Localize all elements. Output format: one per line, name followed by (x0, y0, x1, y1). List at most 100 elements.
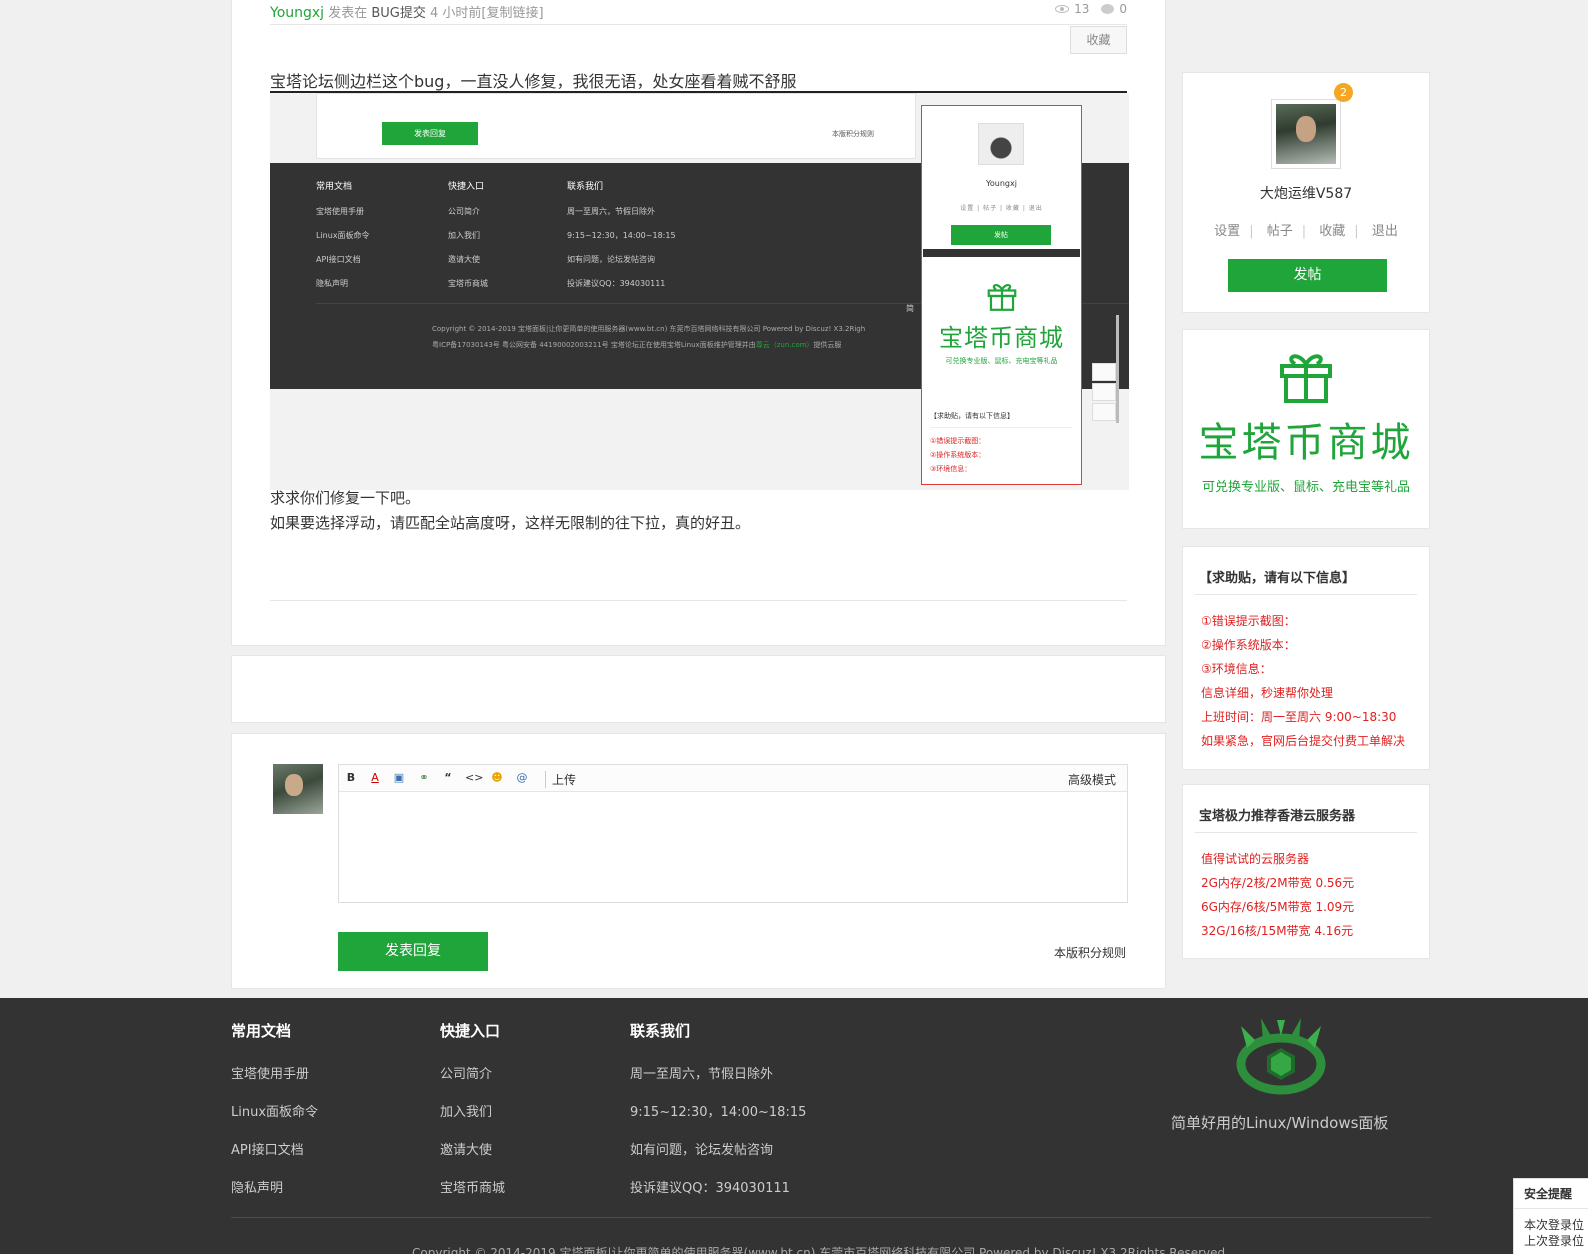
help-box: 【求助贴，请有以下信息】 ①错误提示截图： ②操作系统版本： ③环境信息： 信息… (1182, 546, 1430, 770)
replies-count: 0 (1119, 2, 1127, 16)
help-line: ③环境信息： (1201, 662, 1272, 676)
footer-link[interactable]: 公司简介 (440, 1063, 505, 1082)
threads-link[interactable]: 帖子 (1267, 224, 1293, 239)
post-meta: Youngxj 发表在 BUG提交 4 小时前[复制链接] (270, 2, 544, 21)
font-color-icon[interactable]: A (367, 771, 383, 785)
divider (270, 600, 1127, 601)
replies-icon (1101, 4, 1115, 14)
user-box: 2 大炮运维V587 设置 | 帖子 | 收藏 | 退出 发帖 (1182, 72, 1430, 313)
help-title: 【求助贴，请有以下信息】 (1195, 547, 1417, 595)
hk-line[interactable]: 6G内存/6核/5M带宽 1.09元 (1201, 895, 1411, 919)
shop-title: 宝塔币商城 (1198, 420, 1414, 466)
footer-col-shortcuts: 快捷入口 公司简介 加入我们 邀请大使 宝塔币商城 (440, 1020, 505, 1215)
image-scrollbar (1116, 315, 1119, 423)
security-title: 安全提醒 (1514, 1179, 1588, 1209)
reply-card: B A ▣ ⚭ “ <> ☻ @ 上传 高级模式 发表回复 本版积分规则 (231, 733, 1166, 989)
image-truncated-text: 简 (906, 304, 914, 313)
footer-link[interactable]: 宝塔币商城 (440, 1177, 505, 1196)
image-copyright: Copyright © 2014-2019 宝塔面板|让你更简单的使用服务器(w… (432, 325, 866, 349)
security-text: 本次登录位 上次登录位 (1524, 1218, 1585, 1248)
shop-banner[interactable]: 宝塔币商城 可兑换专业版、鼠标、充电宝等礼品 (1182, 329, 1430, 529)
editor-toolbar: B A ▣ ⚭ “ <> ☻ @ 上传 高级模式 (339, 765, 1127, 792)
footer-link[interactable]: 加入我们 (440, 1101, 505, 1120)
footer-col-docs: 常用文档 宝塔使用手册 Linux面板命令 API接口文档 隐私声明 (231, 1020, 318, 1215)
image-sidebar-highlight: Youngxj 设置 | 帖子 | 收藏 | 退出 发帖 宝塔币商城 可兑换专业… (921, 105, 1082, 485)
advanced-mode-link[interactable]: 高级模式 (1068, 771, 1116, 788)
footer-text: 如有问题，论坛发帖咨询 (630, 1143, 774, 1158)
image-reply-card: 发表回复 本版积分规则 (316, 93, 916, 159)
help-lines: ①错误提示截图： ②操作系统版本： ③环境信息： 信息详细，秒速帮你处理 上班时… (1195, 595, 1417, 753)
category-link[interactable]: BUG提交 (371, 6, 426, 21)
footer-text: 周一至周六，节假日除外 (630, 1067, 774, 1082)
image-username: Youngxj (986, 179, 1017, 188)
code-icon[interactable]: <> (465, 771, 483, 785)
image-icon[interactable]: ▣ (391, 771, 407, 785)
user-links: 设置 | 帖子 | 收藏 | 退出 (1214, 224, 1398, 239)
gift-icon (987, 284, 1016, 311)
post-body: 求求你们修复一下吧。 如果要选择浮动，请匹配全站高度呀，这样无限制的往下拉，真的… (270, 486, 750, 536)
image-shop-box: 宝塔币商城 可兑换专业版、鼠标、充电宝等礼品 (923, 268, 1080, 396)
image-post-button: 发帖 (951, 225, 1051, 245)
upload-button[interactable]: 上传 (545, 771, 576, 788)
image-user-box: Youngxj 设置 | 帖子 | 收藏 | 退出 发帖 (923, 107, 1080, 257)
post-body-line: 求求你们修复一下吧。 (270, 489, 421, 507)
image-shop-title: 宝塔币商城 (939, 324, 1064, 352)
footer-link[interactable]: API接口文档 (231, 1139, 318, 1158)
avatar[interactable] (1271, 99, 1341, 169)
post-stats: 13 0 (1055, 2, 1127, 16)
divider (231, 1217, 1431, 1218)
image-shop-subtitle: 可兑换专业版、鼠标、充电宝等礼品 (945, 357, 1058, 365)
author-link[interactable]: Youngxj (270, 5, 324, 21)
footer-copyright: Copyright © 2014-2019 宝塔面板|让你更简单的使用服务器(w… (412, 1246, 1229, 1254)
reply-textarea[interactable] (339, 792, 1127, 902)
quote-icon[interactable]: “ (440, 771, 456, 785)
empty-card (231, 655, 1166, 723)
smiley-icon[interactable]: ☻ (489, 771, 505, 785)
new-post-button[interactable]: 发帖 (1228, 259, 1387, 292)
image-reply-button: 发表回复 (382, 122, 478, 145)
submit-reply-button[interactable]: 发表回复 (338, 932, 488, 971)
avatar[interactable] (273, 764, 323, 814)
post-time[interactable]: 4 小时前[复制链接] (430, 6, 544, 21)
footer-slogan: 简单好用的Linux/Windows面板 (1171, 1114, 1389, 1132)
gift-icon (1280, 354, 1332, 403)
hk-server-box: 宝塔极力推荐香港云服务器 值得试试的云服务器 2G内存/2核/2M带宽 0.56… (1182, 784, 1430, 959)
bold-icon[interactable]: B (343, 771, 359, 785)
image-footer-col: 常用文档 宝塔使用手册 Linux面板命令 API接口文档 隐私声明 (316, 182, 370, 288)
footer-text: 投诉建议QQ：394030111 (630, 1181, 790, 1196)
rules-link[interactable]: 本版积分规则 (1054, 944, 1126, 961)
notification-badge[interactable]: 2 (1334, 83, 1353, 102)
mention-icon[interactable]: @ (514, 771, 530, 785)
settings-link[interactable]: 设置 (1214, 224, 1240, 239)
shop-subtitle: 可兑换专业版、鼠标、充电宝等礼品 (1201, 480, 1410, 495)
favorite-button[interactable]: 收藏 (1070, 26, 1127, 54)
security-notice[interactable]: 安全提醒 本次登录位 上次登录位 (1513, 1178, 1588, 1254)
footer-col-contact: 联系我们 周一至周六，节假日除外 9:15~12:30，14:00~18:15 … (630, 1020, 806, 1215)
image-help-box: 【求助贴，请有以下信息】 ①错误提示截图： ②操作系统版本： ③环境信息： (930, 411, 1072, 478)
image-footer-col: 快捷入口 公司简介 加入我们 邀请大使 宝塔币商城 (448, 182, 488, 288)
hk-line[interactable]: 值得试试的云服务器 (1201, 847, 1411, 871)
help-line: ①错误提示截图： (1201, 614, 1296, 628)
views-icon (1055, 5, 1070, 13)
logout-link[interactable]: 退出 (1372, 224, 1398, 239)
link-icon[interactable]: ⚭ (416, 771, 432, 785)
hk-line[interactable]: 2G内存/2核/2M带宽 0.56元 (1201, 871, 1411, 895)
favorites-link[interactable]: 收藏 (1319, 224, 1345, 239)
footer-text: 9:15~12:30，14:00~18:15 (630, 1105, 807, 1120)
footer-col-title: 常用文档 (231, 1022, 292, 1040)
image-footer-col: 联系我们 周一至周六，节假日除外 9:15~12:30，14:00~18:15 … (567, 182, 676, 288)
footer-link[interactable]: Linux面板命令 (231, 1101, 318, 1120)
bt-logo-icon (1236, 1018, 1326, 1095)
hk-line[interactable]: 32G/16核/15M带宽 4.16元 (1201, 919, 1411, 943)
footer-link[interactable]: 隐私声明 (231, 1177, 318, 1196)
footer-link[interactable]: 邀请大使 (440, 1139, 505, 1158)
username[interactable]: 大炮运维V587 (1183, 183, 1429, 203)
views-count: 13 (1074, 2, 1090, 16)
help-line: 信息详细，秒速帮你处理 (1201, 686, 1334, 700)
help-line: 如果紧急，官网后台提交付费工单解决 (1201, 734, 1406, 748)
post-image[interactable]: 发表回复 本版积分规则 常用文档 宝塔使用手册 Linux面板命令 API接口文… (270, 93, 1129, 490)
hk-lines: 值得试试的云服务器 2G内存/2核/2M带宽 0.56元 6G内存/6核/5M带… (1195, 833, 1417, 943)
divider (270, 24, 1127, 25)
footer-link[interactable]: 宝塔使用手册 (231, 1063, 318, 1082)
image-float-tools (1092, 363, 1116, 423)
